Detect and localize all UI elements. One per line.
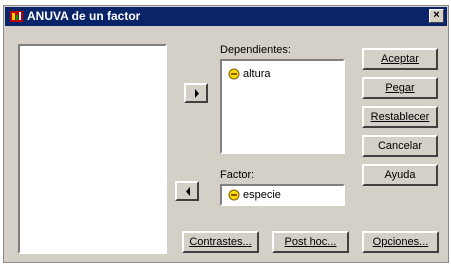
ayuda-button[interactable]: Ayuda [362,164,438,186]
dependientes-label: Dependientes: [220,44,291,56]
title-bar[interactable]: ANUVA de un factor × [5,7,447,26]
restablecer-label: Restablecer [370,111,430,123]
cancelar-label: Cancelar [377,140,423,152]
pegar-label: Pegar [385,82,415,94]
factor-field[interactable]: especie [220,184,345,206]
source-variable-list[interactable] [18,44,167,254]
close-button[interactable]: × [429,9,444,23]
move-to-factor-button[interactable] [175,181,199,201]
post-hoc-button[interactable]: Post hoc... [272,231,349,253]
anova-dialog: ANUVA de un factor × Dependientes: altur… [3,5,449,263]
pegar-button[interactable]: Pegar [362,77,438,99]
cancelar-button[interactable]: Cancelar [362,135,438,157]
spss-window-icon [10,11,23,22]
aceptar-label: Aceptar [381,53,419,65]
scale-variable-icon [228,189,240,201]
close-icon: × [433,9,440,21]
dependiente-item-label: altura [243,68,271,80]
opciones-label: Opciones... [372,236,429,248]
factor-label: Factor: [220,169,255,181]
move-to-dependientes-button[interactable] [184,83,208,103]
window-title: ANUVA de un factor [27,9,141,23]
arrow-left-icon [186,187,190,196]
factor-value: especie [243,189,281,201]
scale-variable-icon [228,68,240,80]
factor-value-item[interactable]: especie [228,188,281,202]
contrastes-label: Contrastes... [189,236,252,248]
post-hoc-label: Post hoc... [284,236,337,248]
list-item[interactable]: altura [228,67,271,81]
opciones-button[interactable]: Opciones... [362,231,439,253]
aceptar-button[interactable]: Aceptar [362,48,438,70]
contrastes-button[interactable]: Contrastes... [182,231,259,253]
restablecer-button[interactable]: Restablecer [362,106,438,128]
arrow-right-icon [195,89,199,98]
dependientes-list[interactable]: altura [220,59,345,154]
ayuda-label: Ayuda [384,169,416,181]
